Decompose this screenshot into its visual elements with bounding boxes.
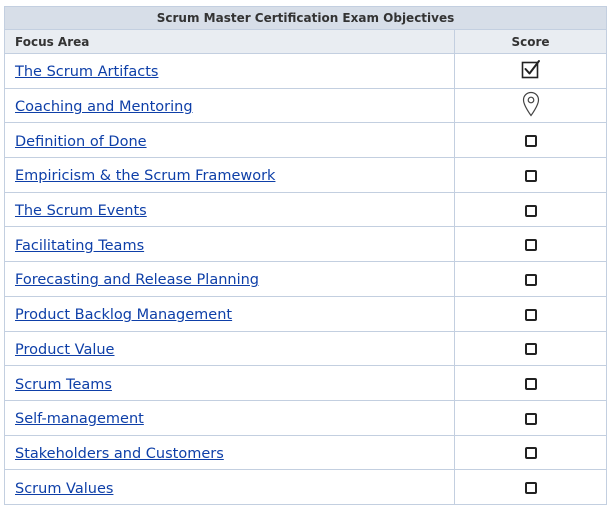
table-row: Self-management — [4, 399, 608, 436]
score-cell — [453, 295, 608, 332]
table-row: Scrum Teams — [4, 365, 608, 401]
focus-area-cell: Product Value — [4, 330, 455, 367]
empty-box-icon[interactable] — [524, 169, 537, 182]
focus-area-cell: Coaching and Mentoring — [4, 87, 455, 124]
focus-area-link[interactable]: Scrum Teams — [15, 377, 112, 393]
empty-box-icon[interactable] — [524, 343, 537, 356]
focus-area-link[interactable]: The Scrum Artifacts — [15, 64, 158, 80]
objectives-table: Scrum Master Certification Exam Objectiv… — [3, 6, 608, 505]
score-cell — [453, 469, 608, 505]
table-row: Coaching and Mentoring — [4, 87, 608, 124]
focus-area-cell: Product Backlog Management — [4, 295, 455, 332]
focus-area-cell: Facilitating Teams — [4, 226, 455, 263]
table-row: The Scrum Artifacts — [4, 53, 608, 89]
table-row: Product Value — [4, 330, 608, 367]
focus-area-cell: The Scrum Artifacts — [4, 53, 455, 89]
empty-box-icon[interactable] — [524, 447, 537, 460]
score-cell — [453, 330, 608, 367]
table-body: The Scrum Artifacts Coaching and Mentorin… — [4, 53, 608, 505]
focus-area-cell: The Scrum Events — [4, 191, 455, 228]
table-header-row: Focus Area Score — [4, 29, 608, 54]
table-title-row: Scrum Master Certification Exam Objectiv… — [3, 6, 608, 30]
table-title: Scrum Master Certification Exam Objectiv… — [3, 6, 608, 30]
score-header: Score — [453, 29, 608, 54]
focus-area-cell: Scrum Values — [4, 469, 455, 505]
score-cell — [453, 399, 608, 436]
focus-area-link[interactable]: Stakeholders and Customers — [15, 446, 224, 462]
focus-area-cell: Definition of Done — [4, 122, 455, 159]
table-row: Empiricism & the Scrum Framework — [4, 157, 608, 193]
score-cell — [453, 191, 608, 228]
empty-box-icon[interactable] — [524, 482, 537, 495]
focus-area-link[interactable]: Forecasting and Release Planning — [15, 272, 259, 288]
focus-area-link[interactable]: Empiricism & the Scrum Framework — [15, 168, 275, 184]
focus-area-cell: Empiricism & the Scrum Framework — [4, 157, 455, 193]
score-cell — [453, 122, 608, 159]
empty-box-icon[interactable] — [524, 378, 537, 391]
score-cell — [453, 261, 608, 297]
focus-area-link[interactable]: Self-management — [15, 411, 144, 427]
empty-box-icon[interactable] — [524, 273, 537, 286]
score-cell — [453, 365, 608, 401]
focus-area-link[interactable]: Definition of Done — [15, 134, 147, 150]
objectives-table-container: Scrum Master Certification Exam Objectiv… — [3, 6, 608, 505]
table-row: The Scrum Events — [4, 191, 608, 228]
table-row: Definition of Done — [4, 122, 608, 159]
focus-area-cell: Scrum Teams — [4, 365, 455, 401]
focus-area-link[interactable]: Scrum Values — [15, 481, 113, 497]
table-row: Product Backlog Management — [4, 295, 608, 332]
table-row: Forecasting and Release Planning — [4, 261, 608, 297]
empty-box-icon[interactable] — [524, 412, 537, 425]
score-cell — [453, 434, 608, 471]
table-row: Facilitating Teams — [4, 226, 608, 263]
location-pin-icon[interactable] — [522, 91, 540, 121]
focus-area-header: Focus Area — [4, 29, 455, 54]
score-cell — [453, 87, 608, 124]
focus-area-link[interactable]: Facilitating Teams — [15, 238, 144, 254]
empty-box-icon[interactable] — [524, 135, 537, 148]
focus-area-link[interactable]: The Scrum Events — [15, 203, 147, 219]
focus-area-link[interactable]: Product Value — [15, 342, 114, 358]
empty-box-icon[interactable] — [524, 308, 537, 321]
table-row: Scrum Values — [4, 469, 608, 505]
table-row: Stakeholders and Customers — [4, 434, 608, 471]
focus-area-link[interactable]: Coaching and Mentoring — [15, 99, 193, 115]
focus-area-cell: Forecasting and Release Planning — [4, 261, 455, 297]
empty-box-icon[interactable] — [524, 239, 537, 252]
focus-area-cell: Self-management — [4, 399, 455, 436]
focus-area-link[interactable]: Product Backlog Management — [15, 307, 232, 323]
score-cell — [453, 157, 608, 193]
score-cell — [453, 226, 608, 263]
score-cell — [453, 53, 608, 89]
checked-box-icon[interactable] — [521, 59, 541, 83]
focus-area-cell: Stakeholders and Customers — [4, 434, 455, 471]
empty-box-icon[interactable] — [524, 204, 537, 217]
